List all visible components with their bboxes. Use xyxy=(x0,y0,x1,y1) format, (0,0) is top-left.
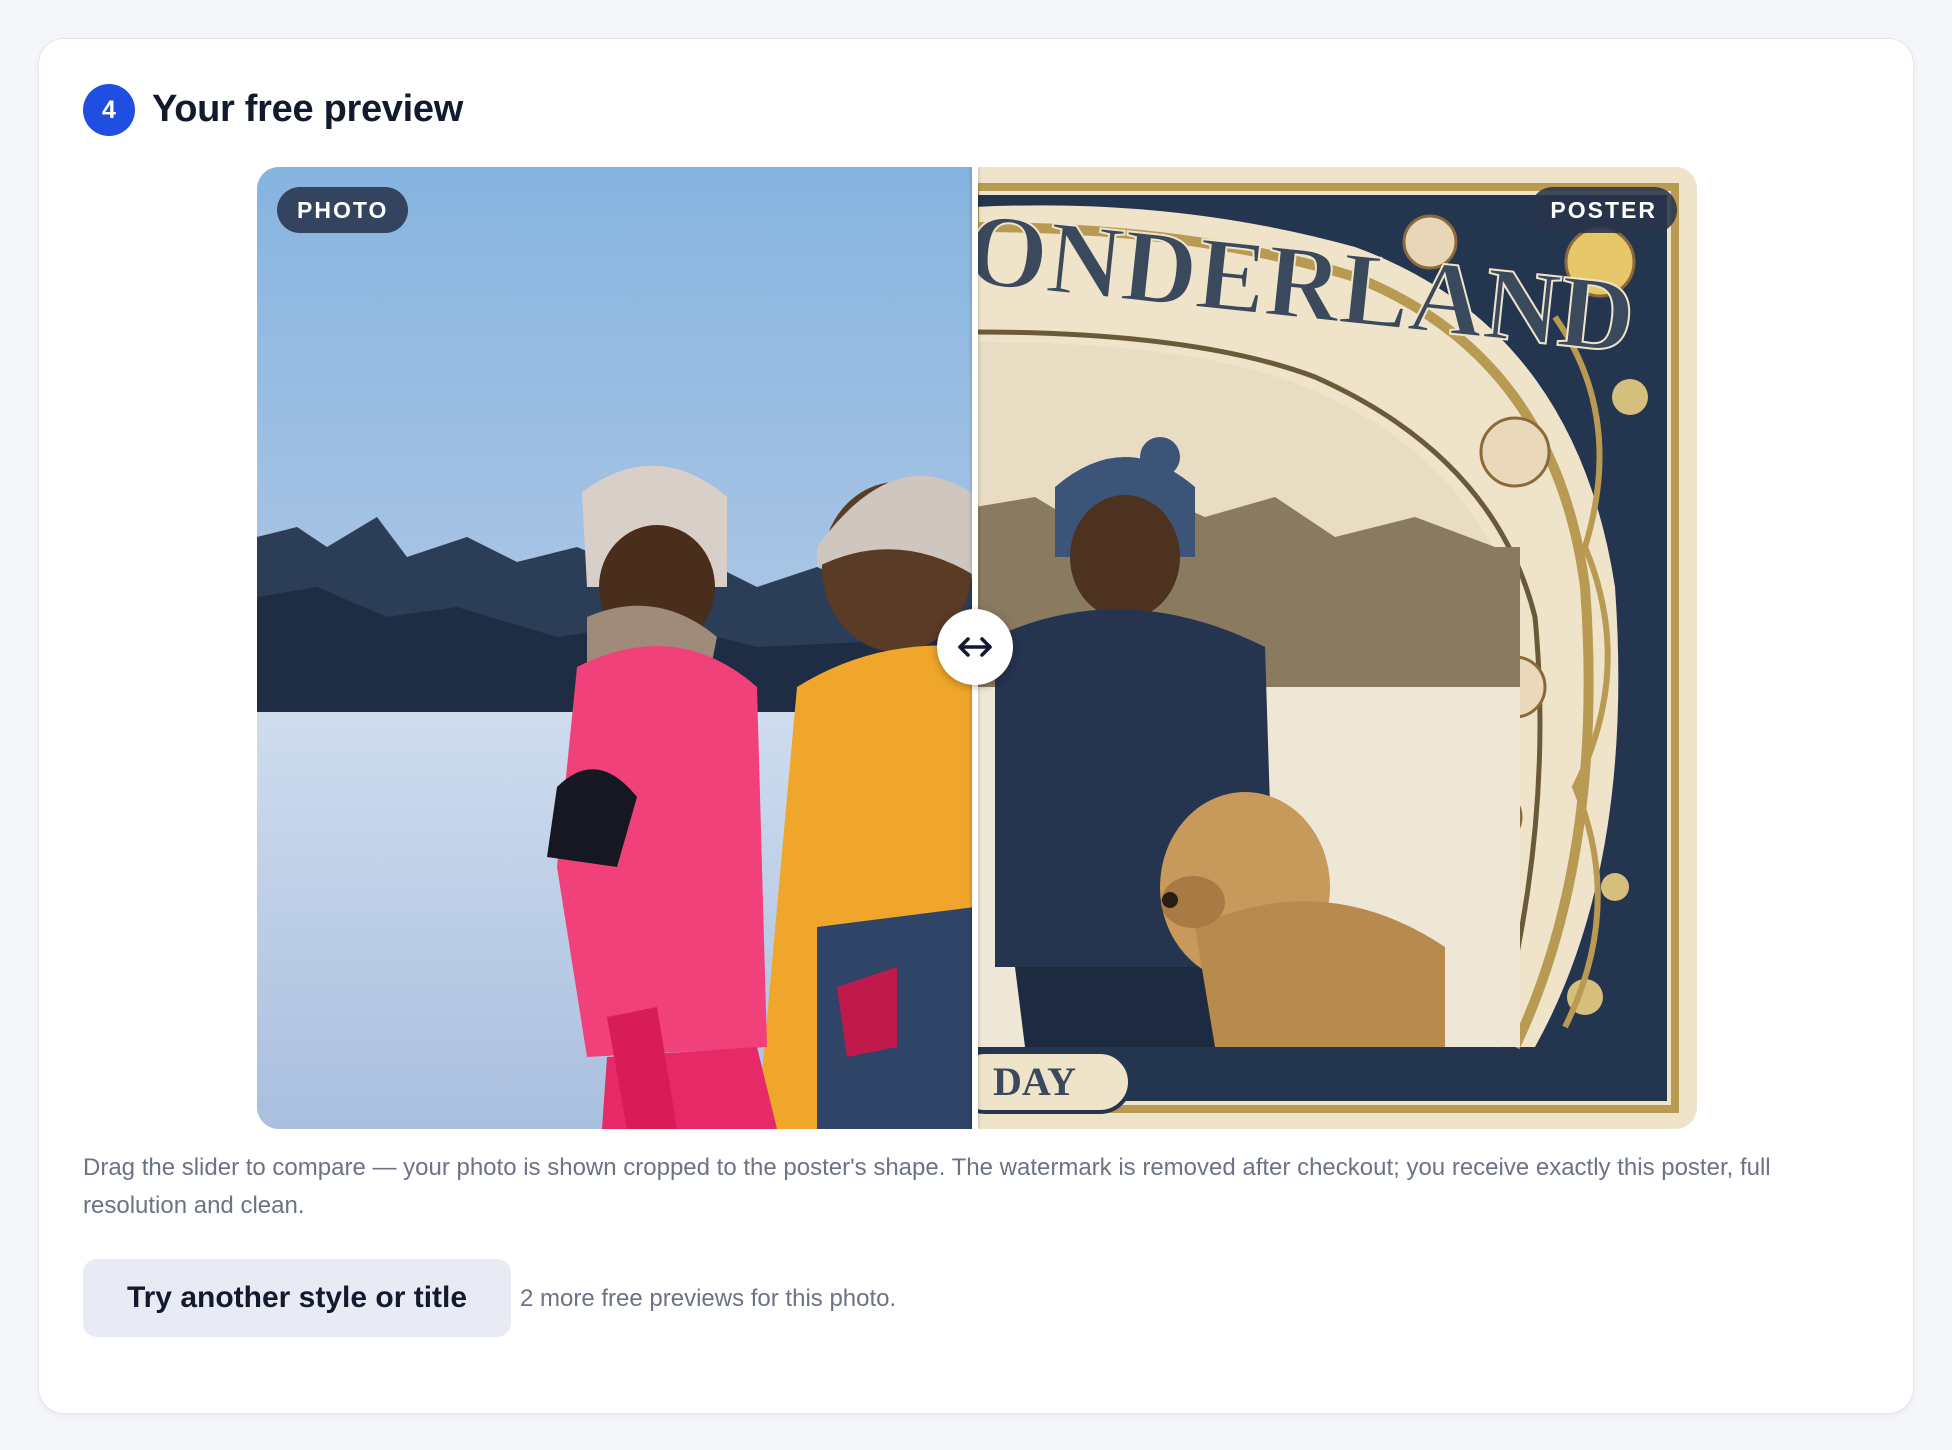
before-after-comparison[interactable]: PHOTO ONDERLAND DAY POSTER xyxy=(257,167,1697,1129)
poster-preview: ONDERLAND DAY POSTER xyxy=(975,167,1697,1129)
photo-image xyxy=(257,167,975,1129)
preview-card: 4 Your free preview PHOTO ONDERLAND DAY … xyxy=(38,38,1914,1414)
poster-subtitle-text: DAY xyxy=(993,1059,1076,1104)
double-arrow-icon xyxy=(958,637,992,657)
original-photo: PHOTO xyxy=(257,167,975,1129)
section-title: Your free preview xyxy=(152,88,463,130)
poster-image: ONDERLAND DAY xyxy=(975,167,1697,1129)
step-number-badge: 4 xyxy=(83,84,135,136)
remaining-previews-text: 2 more free previews for this photo. xyxy=(520,1285,897,1312)
slider-handle[interactable] xyxy=(937,609,1013,685)
poster-label: POSTER xyxy=(1530,187,1677,233)
photo-label: PHOTO xyxy=(277,187,409,233)
try-another-style-button[interactable]: Try another style or title xyxy=(83,1259,511,1337)
compare-caption: Drag the slider to compare — your photo … xyxy=(83,1154,1771,1219)
